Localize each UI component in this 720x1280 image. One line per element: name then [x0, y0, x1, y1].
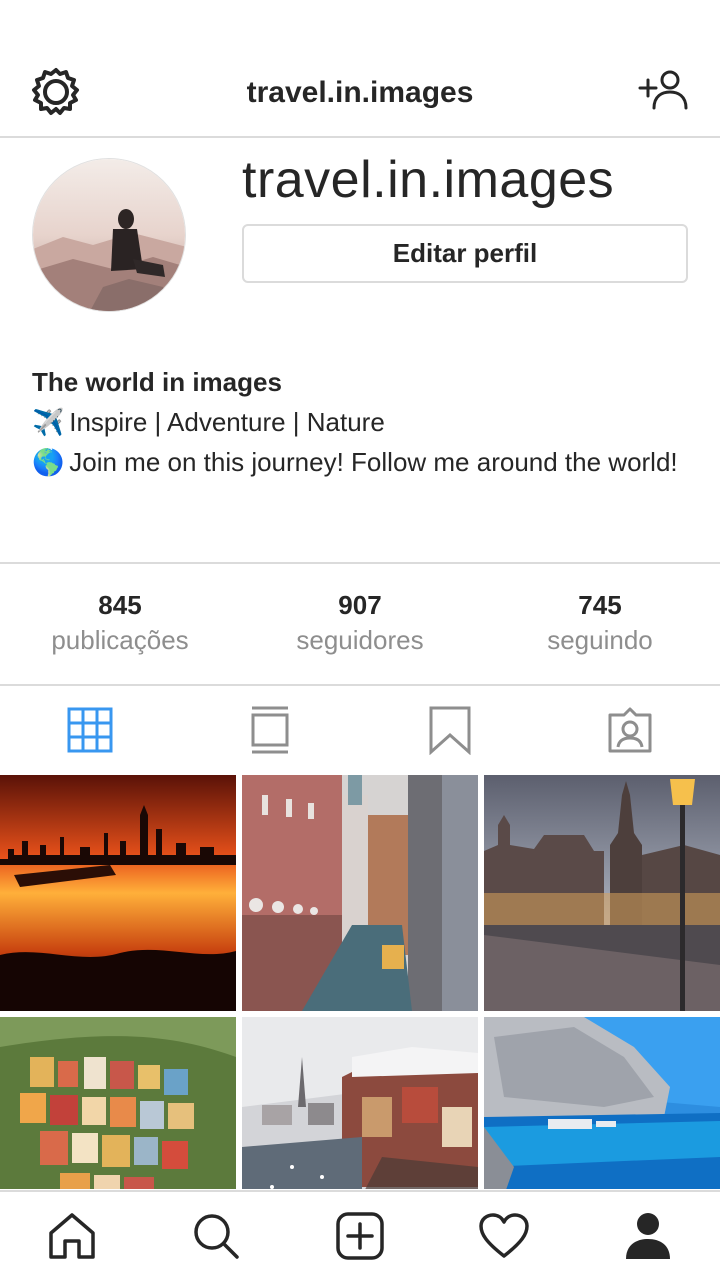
bookmark-icon [429, 706, 471, 755]
stat-value: 845 [98, 590, 142, 620]
bottom-nav [0, 1190, 720, 1280]
nav-profile[interactable] [576, 1192, 720, 1280]
search-icon [194, 1214, 239, 1259]
tab-grid[interactable] [0, 686, 180, 774]
bio-line: ✈️ Inspire | Adventure | Nature [32, 402, 692, 442]
new-post-icon [336, 1212, 384, 1260]
following-count[interactable]: 745 seguindo [480, 564, 720, 684]
heart-icon [479, 1213, 529, 1258]
grid-icon [67, 707, 113, 753]
home-icon [49, 1213, 95, 1259]
post-grid [0, 775, 720, 1189]
tagged-icon [608, 707, 652, 753]
posts-count[interactable]: 845 publicações [0, 564, 240, 684]
profile-username: travel.in.images [242, 151, 615, 209]
nav-home[interactable] [0, 1192, 144, 1280]
stat-value: 745 [578, 590, 622, 620]
edit-profile-button[interactable]: Editar perfil [242, 224, 688, 283]
post-thumbnail[interactable] [0, 1017, 236, 1189]
stat-value: 907 [338, 590, 382, 620]
post-thumbnail[interactable] [484, 775, 720, 1011]
stat-label: seguidores [296, 625, 424, 655]
top-bar: travel.in.images [0, 48, 720, 138]
nav-search[interactable] [144, 1192, 288, 1280]
globe-icon: 🌎 [32, 447, 65, 477]
bio-line-text: Join me on this journey! Follow me aroun… [69, 447, 678, 477]
airplane-icon: ✈️ [32, 407, 65, 437]
bio: The world in images ✈️ Inspire | Adventu… [32, 362, 692, 482]
tab-feed[interactable] [180, 686, 360, 774]
followers-count[interactable]: 907 seguidores [240, 564, 480, 684]
profile-tabs [0, 686, 720, 774]
nav-new-post[interactable] [288, 1192, 432, 1280]
profile-stats: 845 publicações 907 seguidores 745 segui… [0, 562, 720, 686]
post-thumbnail[interactable] [0, 775, 236, 1011]
header-title: travel.in.images [246, 76, 474, 109]
tab-saved[interactable] [360, 686, 540, 774]
bio-line-text: Inspire | Adventure | Nature [69, 407, 385, 437]
tab-tagged[interactable] [540, 686, 720, 774]
stat-label: seguindo [547, 625, 653, 655]
post-thumbnail[interactable] [242, 775, 478, 1011]
nav-activity[interactable] [432, 1192, 576, 1280]
post-thumbnail[interactable] [242, 1017, 478, 1189]
profile-icon [626, 1213, 670, 1259]
add-user-icon[interactable] [636, 68, 692, 116]
post-thumbnail[interactable] [484, 1017, 720, 1189]
stat-label: publicações [51, 625, 189, 655]
feed-icon [251, 706, 289, 754]
bio-name: The world in images [32, 367, 282, 397]
avatar[interactable] [32, 158, 186, 312]
bio-line: 🌎 Join me on this journey! Follow me aro… [32, 442, 692, 482]
